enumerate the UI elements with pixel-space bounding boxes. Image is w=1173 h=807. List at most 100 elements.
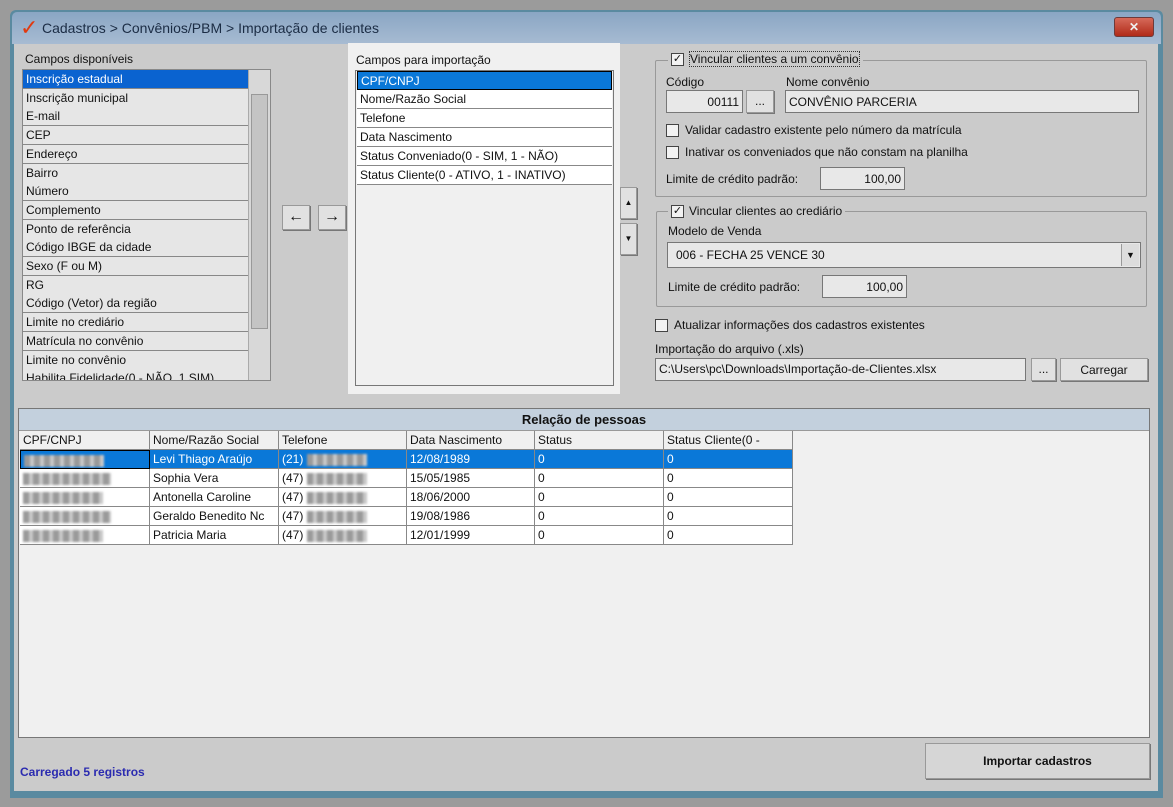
list-item[interactable]: Matrícula no convênio: [23, 331, 249, 351]
list-item[interactable]: Status Cliente(0 - ATIVO, 1 - INATIVO): [357, 166, 612, 185]
list-item[interactable]: RG: [23, 275, 249, 295]
cpf-cell[interactable]: [20, 488, 150, 507]
list-item[interactable]: Habilita Fidelidade(0 - NÃO, 1 SIM): [23, 369, 249, 380]
status-cell[interactable]: 0: [535, 526, 664, 545]
phone-cell[interactable]: (47): [279, 488, 407, 507]
phone-cell[interactable]: (47): [279, 507, 407, 526]
status-cell[interactable]: 0: [535, 507, 664, 526]
codigo-browse-button[interactable]: ...: [746, 90, 774, 113]
crediario-checkbox[interactable]: ✓ Vincular clientes ao crediário: [668, 204, 846, 218]
status-cliente-cell[interactable]: 0: [664, 469, 793, 488]
cpf-cell[interactable]: [20, 469, 150, 488]
list-item[interactable]: Código (Vetor) da região: [23, 294, 249, 314]
list-item[interactable]: Limite no convênio: [23, 350, 249, 370]
name-cell[interactable]: Levi Thiago Araújo: [150, 450, 279, 469]
phone-ddd: (47): [282, 509, 304, 523]
carregar-button[interactable]: Carregar: [1060, 358, 1148, 381]
list-item[interactable]: Telefone: [357, 109, 612, 128]
move-down-button[interactable]: ▼: [620, 223, 637, 255]
phone-ddd: (47): [282, 471, 304, 485]
arquivo-browse-button[interactable]: ...: [1031, 358, 1056, 381]
import-button[interactable]: Importar cadastros: [925, 743, 1150, 779]
phone-cell[interactable]: (47): [279, 469, 407, 488]
list-item[interactable]: CEP: [23, 126, 249, 146]
list-item[interactable]: Inscrição estadual: [23, 70, 249, 89]
status-cliente-cell[interactable]: 0: [664, 507, 793, 526]
birth-date-cell[interactable]: 15/05/1985: [407, 469, 535, 488]
checkbox-checked-icon[interactable]: ✓: [671, 52, 684, 66]
name-cell[interactable]: Sophia Vera: [150, 469, 279, 488]
codigo-input[interactable]: 00111: [666, 90, 743, 113]
list-item[interactable]: Endereço: [23, 144, 249, 164]
inativar-checkbox[interactable]: Inativar os conveniados que não constam …: [666, 145, 968, 159]
list-item[interactable]: Sexo (F ou M): [23, 257, 249, 276]
birth-date-cell[interactable]: 18/06/2000: [407, 488, 535, 507]
nome-convenio-input[interactable]: CONVÊNIO PARCERIA: [785, 90, 1139, 113]
list-item[interactable]: E-mail: [23, 107, 249, 127]
name-cell[interactable]: Geraldo Benedito Nc: [150, 507, 279, 526]
chevron-down-icon[interactable]: ▼: [1121, 244, 1139, 266]
status-cell[interactable]: 0: [535, 469, 664, 488]
redacted-value: [24, 454, 104, 467]
list-item[interactable]: CPF/CNPJ: [357, 71, 612, 90]
name-cell[interactable]: Patricia Maria: [150, 526, 279, 545]
checkbox-icon[interactable]: [655, 318, 668, 332]
import-fields-list[interactable]: CPF/CNPJ Nome/Razão Social Telefone Data Na…: [355, 70, 614, 386]
cpf-cell[interactable]: [20, 526, 150, 545]
modelo-venda-value: 006 - FECHA 25 VENCE 30: [676, 248, 825, 262]
status-cliente-cell[interactable]: 0: [664, 488, 793, 507]
arquivo-label: Importação do arquivo (.xls): [655, 342, 804, 356]
list-item[interactable]: Inscrição municipal: [23, 88, 249, 108]
grid-title: Relação de pessoas: [19, 409, 1149, 431]
birth-date-cell[interactable]: 19/08/1986: [407, 507, 535, 526]
checkbox-icon[interactable]: [666, 123, 679, 137]
scrollbar-thumb[interactable]: [251, 94, 268, 329]
crediario-limite-input[interactable]: 100,00: [822, 275, 907, 298]
move-up-button[interactable]: ▲: [620, 187, 637, 219]
checkbox-icon[interactable]: [666, 145, 679, 159]
cpf-cell[interactable]: [20, 507, 150, 526]
list-item[interactable]: Código IBGE da cidade: [23, 238, 249, 258]
redacted-value: [307, 510, 368, 523]
column-header[interactable]: Status Cliente(0 -: [664, 431, 793, 450]
convenio-checkbox[interactable]: ✓ Vincular clientes a um convênio: [668, 51, 863, 67]
scrollbar[interactable]: [248, 70, 270, 380]
phone-cell[interactable]: (47): [279, 526, 407, 545]
phone-ddd: (47): [282, 528, 304, 542]
column-header[interactable]: CPF/CNPJ: [20, 431, 150, 450]
status-cliente-cell[interactable]: 0: [664, 526, 793, 545]
column-header[interactable]: Telefone: [279, 431, 407, 450]
name-cell[interactable]: Antonella Caroline: [150, 488, 279, 507]
status-cell[interactable]: 0: [535, 450, 664, 469]
list-item[interactable]: Ponto de referência: [23, 219, 249, 239]
column-header[interactable]: Nome/Razão Social: [150, 431, 279, 450]
modelo-venda-label: Modelo de Venda: [668, 224, 762, 238]
close-icon[interactable]: ✕: [1114, 17, 1154, 37]
list-item[interactable]: Bairro: [23, 163, 249, 183]
birth-date-cell[interactable]: 12/08/1989: [407, 450, 535, 469]
column-header[interactable]: Data Nascimento: [407, 431, 535, 450]
atualizar-checkbox[interactable]: Atualizar informações dos cadastros exis…: [655, 318, 925, 332]
validar-checkbox[interactable]: Validar cadastro existente pelo número d…: [666, 123, 962, 137]
list-item[interactable]: Status Conveniado(0 - SIM, 1 - NÃO): [357, 147, 612, 166]
modelo-venda-select[interactable]: 006 - FECHA 25 VENCE 30 ▼: [667, 242, 1141, 268]
move-left-button[interactable]: ←: [282, 205, 310, 230]
status-cliente-cell[interactable]: 0: [664, 450, 793, 469]
list-item[interactable]: Número: [23, 182, 249, 202]
arquivo-path-input[interactable]: C:\Users\pc\Downloads\Importação-de-Clie…: [655, 358, 1026, 381]
available-fields-list[interactable]: Inscrição estadual Inscrição municipal E-m…: [22, 69, 271, 381]
column-header[interactable]: Status: [535, 431, 664, 450]
checkbox-checked-icon[interactable]: ✓: [671, 204, 684, 218]
list-item[interactable]: Nome/Razão Social: [357, 90, 612, 109]
birth-date-cell[interactable]: 12/01/1999: [407, 526, 535, 545]
cpf-cell[interactable]: [20, 450, 150, 469]
move-right-button[interactable]: →: [318, 205, 346, 230]
status-cell[interactable]: 0: [535, 488, 664, 507]
import-fields-label: Campos para importação: [356, 53, 491, 67]
convenio-checkbox-label: Vincular clientes a um convênio: [689, 51, 860, 67]
phone-cell[interactable]: (21): [279, 450, 407, 469]
list-item[interactable]: Limite no crediário: [23, 313, 249, 333]
convenio-limite-input[interactable]: 100,00: [820, 167, 905, 190]
list-item[interactable]: Data Nascimento: [357, 128, 612, 147]
list-item[interactable]: Complemento: [23, 200, 249, 220]
